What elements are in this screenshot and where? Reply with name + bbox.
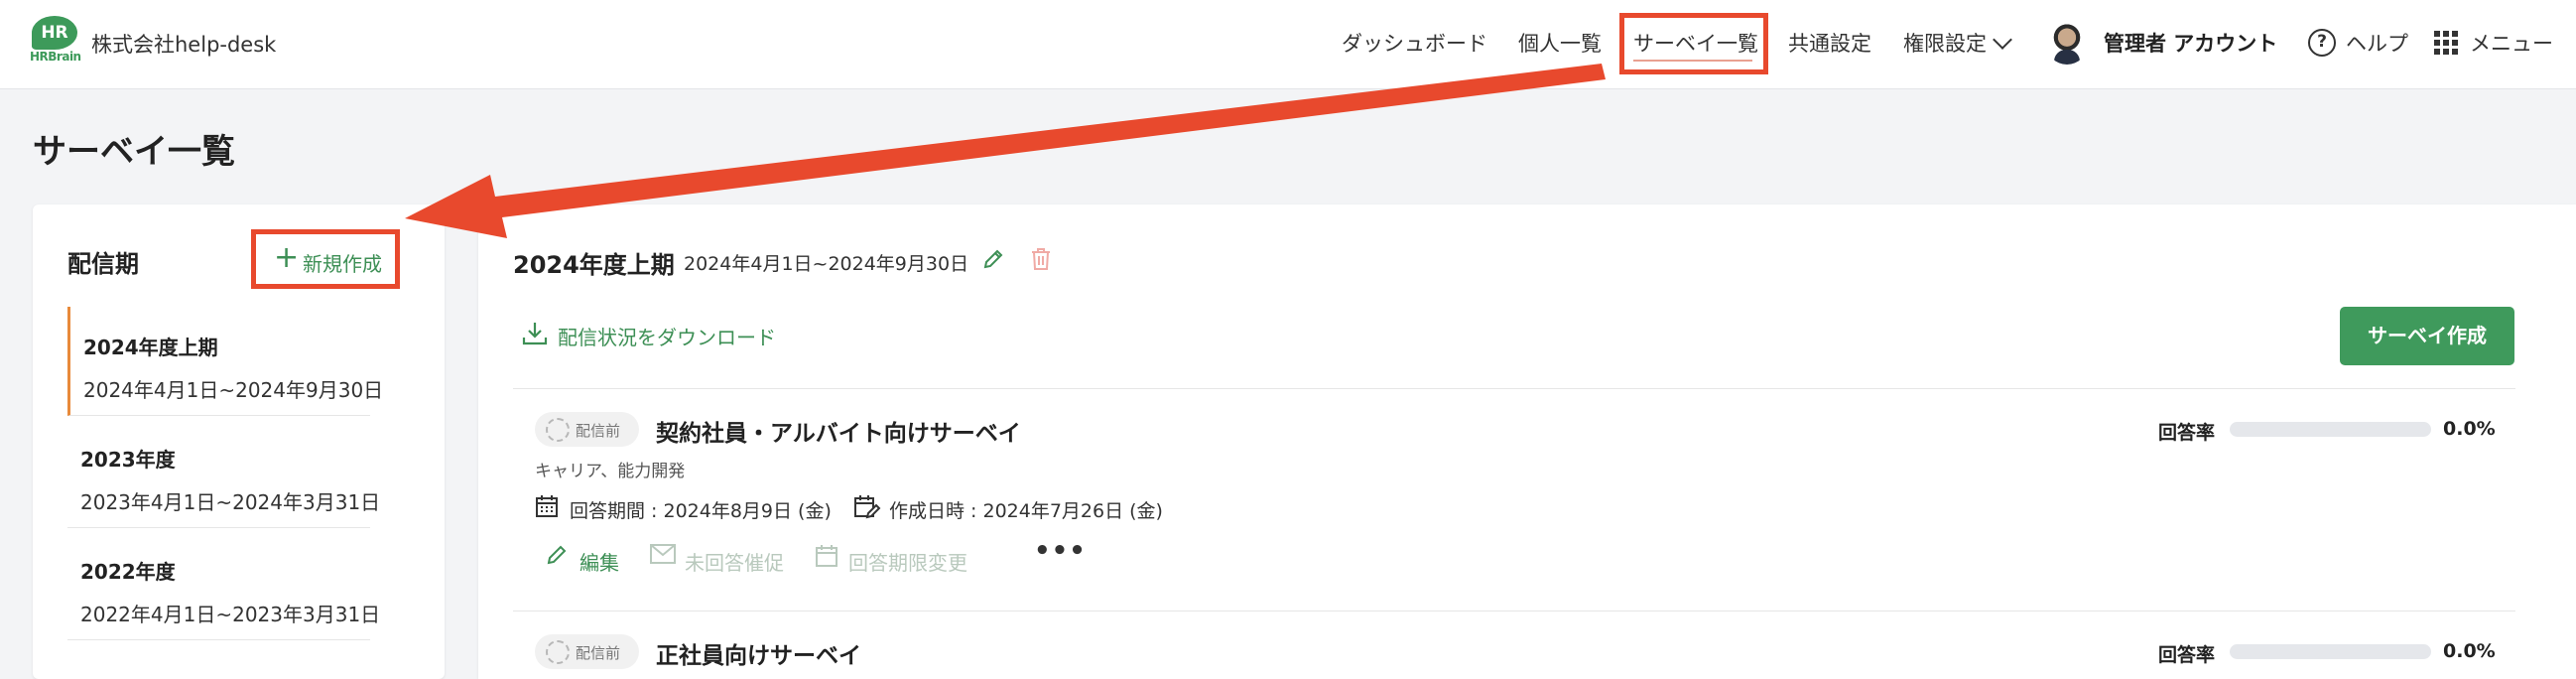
logo-brand-text: HRBrain [30, 50, 81, 64]
survey-category: キャリア、能力開発 [535, 462, 686, 481]
account-name[interactable]: 管理者 アカウント [2104, 28, 2277, 58]
remind-unanswered-button[interactable]: 未回答催促 [685, 547, 784, 576]
survey-title[interactable]: 契約社員・アルバイト向けサーベイ [656, 414, 1021, 448]
pending-icon [546, 418, 570, 442]
calendar-edit-icon [854, 495, 881, 519]
period-name: 2023年度 [80, 448, 176, 472]
period-range-label: 2024年4月1日~2024年9月30日 [684, 253, 969, 275]
nav-dashboard[interactable]: ダッシュボード [1342, 28, 1487, 58]
response-rate-value: 0.0% [2443, 640, 2496, 662]
new-period-button[interactable]: + 新規作成 [251, 229, 400, 289]
chevron-down-icon[interactable] [1993, 30, 2012, 50]
period-range: 2024年4月1日~2024年9月30日 [83, 378, 384, 402]
answer-period: 回答期間 : 2024年8月9日 (金) [570, 500, 832, 522]
create-survey-button[interactable]: サーベイ作成 [2340, 307, 2514, 365]
page-title: サーベイ一覧 [33, 132, 235, 172]
response-rate-label: 回答率 [2158, 422, 2216, 444]
help-link[interactable]: ヘルプ [2346, 28, 2408, 58]
trash-icon[interactable] [1030, 247, 1052, 271]
hrbrain-logo[interactable]: HR HRBrain [30, 16, 81, 66]
pencil-icon[interactable] [982, 248, 1004, 270]
logo-mark: HR [32, 16, 77, 50]
download-status-link[interactable]: 配信状況をダウンロード [558, 322, 776, 350]
period-name: 2024年度上期 [83, 336, 218, 359]
response-rate-bar [2230, 422, 2431, 437]
period-item-2024-first-half[interactable]: 2024年度上期 2024年4月1日~2024年9月30日 [67, 307, 383, 416]
period-range: 2022年4月1日~2023年3月31日 [80, 603, 381, 626]
mail-icon [650, 544, 676, 564]
sidebar-title: 配信期 [67, 250, 139, 278]
download-icon[interactable] [522, 321, 548, 346]
change-deadline-button[interactable]: 回答期限変更 [848, 547, 967, 576]
edit-button[interactable]: 編集 [580, 547, 619, 576]
period-item-2023[interactable]: 2023年度 2023年4月1日~2024年3月31日 [67, 419, 380, 528]
avatar[interactable] [2046, 23, 2088, 65]
survey-card[interactable]: 配信前 正社員向けサーベイ 回答率 0.0% [513, 634, 2515, 679]
response-rate-value: 0.0% [2443, 418, 2496, 440]
nav-active-underline [1633, 60, 1752, 62]
survey-main-panel: 2024年度上期 2024年4月1日~2024年9月30日 配信状況をダウンロー… [478, 204, 2576, 679]
menu-link[interactable]: メニュー [2470, 28, 2553, 58]
company-name: 株式会社help-desk [91, 33, 277, 57]
calendar-icon [536, 495, 558, 517]
pending-icon [546, 640, 570, 664]
created-at: 作成日時 : 2024年7月26日 (金) [889, 500, 1163, 522]
more-options-icon[interactable]: ••• [1034, 536, 1087, 566]
survey-card[interactable]: 配信前 契約社員・アルバイト向けサーベイ 回答率 0.0% キャリア、能力開発 … [513, 412, 2515, 581]
nav-individual-list[interactable]: 個人一覧 [1518, 28, 1602, 58]
nav-common-settings[interactable]: 共通設定 [1788, 28, 1871, 58]
survey-title[interactable]: 正社員向けサーベイ [656, 636, 861, 670]
pencil-icon[interactable] [546, 544, 568, 566]
top-header: HR HRBrain 株式会社help-desk ダッシュボード 個人一覧 サー… [0, 0, 2576, 89]
period-range: 2023年4月1日~2024年3月31日 [80, 490, 381, 514]
calendar-icon [816, 545, 837, 567]
period-title: 2024年度上期 [513, 251, 675, 279]
status-badge: 配信前 [535, 412, 639, 447]
response-rate-label: 回答率 [2158, 644, 2216, 666]
period-item-2022[interactable]: 2022年度 2022年4月1日~2023年3月31日 [67, 531, 380, 640]
nav-permission-settings[interactable]: 権限設定 [1903, 28, 1987, 58]
response-rate-bar [2230, 644, 2431, 659]
period-name: 2022年度 [80, 560, 176, 584]
nav-survey-list[interactable]: サーベイ一覧 [1633, 28, 1758, 58]
grid-menu-icon[interactable] [2434, 31, 2458, 55]
divider [513, 388, 2515, 389]
help-icon[interactable]: ? [2308, 29, 2336, 57]
period-sidebar: 配信期 + 新規作成 2024年度上期 2024年4月1日~2024年9月30日… [33, 204, 445, 679]
new-period-label: 新規作成 [303, 252, 382, 276]
status-badge: 配信前 [535, 634, 639, 669]
plus-icon: + [274, 240, 300, 275]
